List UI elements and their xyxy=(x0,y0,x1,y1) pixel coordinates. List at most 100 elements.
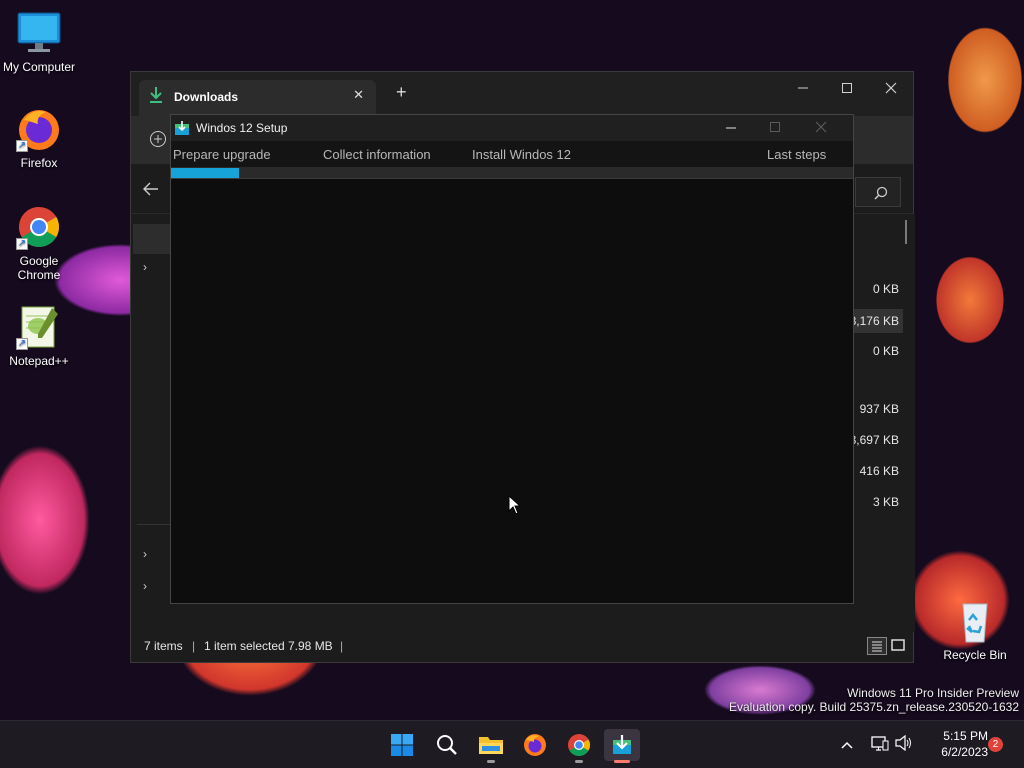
network-icon xyxy=(871,736,889,751)
setup-app-icon xyxy=(613,735,631,754)
vertical-scrollbar[interactable] xyxy=(905,220,907,244)
file-size: 8,176 KB xyxy=(849,314,899,328)
setup-title-bar: Windos 12 Setup xyxy=(171,115,853,141)
notepadpp-icon: ↗ xyxy=(16,304,62,350)
file-size: 3,697 KB xyxy=(849,433,899,447)
file-size: 0 KB xyxy=(872,282,899,296)
setup-minimize-button[interactable] xyxy=(725,120,753,136)
taskbar-firefox[interactable] xyxy=(517,729,553,761)
tab-close-icon[interactable]: ✕ xyxy=(353,87,364,103)
explorer-close-button[interactable] xyxy=(869,76,913,104)
details-view-button[interactable] xyxy=(867,637,887,655)
step-install-windos: Install Windos 12 xyxy=(472,147,571,162)
file-size: 0 KB xyxy=(872,344,899,358)
start-icon xyxy=(391,734,413,756)
taskbar-setup-app[interactable] xyxy=(604,729,640,763)
setup-steps: Prepare upgrade Collect information Inst… xyxy=(171,141,853,167)
shortcut-arrow-icon: ↗ xyxy=(16,140,28,152)
desktop-icon-recycle-bin[interactable]: Recycle Bin xyxy=(936,598,1014,662)
close-icon xyxy=(885,82,897,94)
clock-date: 6/2/2023 xyxy=(941,745,988,759)
chevron-up-icon xyxy=(841,741,853,749)
search-button[interactable] xyxy=(429,729,465,761)
running-indicator xyxy=(487,760,495,763)
desktop-icon-my-computer[interactable]: My Computer xyxy=(0,10,78,74)
status-separator: | xyxy=(340,639,344,653)
watermark-line-2: Evaluation copy. Build 25375.zn_release.… xyxy=(729,700,1019,714)
tab-downloads[interactable]: Downloads ✕ xyxy=(139,80,376,116)
volume-icon xyxy=(895,734,911,752)
shortcut-arrow-icon: ↗ xyxy=(16,338,28,350)
search-icon xyxy=(874,186,888,200)
back-button[interactable] xyxy=(143,182,159,201)
search-box[interactable] xyxy=(855,177,901,207)
chrome-icon: ↗ xyxy=(16,204,62,250)
firefox-icon xyxy=(524,734,546,756)
step-last-steps: Last steps xyxy=(767,147,827,162)
volume-button[interactable] xyxy=(895,734,913,756)
setup-close-button[interactable] xyxy=(815,120,843,136)
setup-app-icon xyxy=(174,120,190,141)
tiles-view-button[interactable] xyxy=(889,637,907,655)
tab-label: Downloads xyxy=(174,90,239,104)
minimize-icon xyxy=(726,127,736,129)
running-indicator xyxy=(575,760,583,763)
notification-badge[interactable]: 2 xyxy=(988,737,1003,752)
step-collect-information: Collect information xyxy=(323,147,431,162)
setup-maximize-button[interactable] xyxy=(769,120,797,136)
file-size: 3 KB xyxy=(872,495,899,509)
network-button[interactable] xyxy=(871,735,889,756)
file-size: 937 KB xyxy=(859,402,899,416)
watermark: Windows 11 Pro Insider Preview Evaluatio… xyxy=(729,686,1019,714)
maximize-icon xyxy=(770,122,780,132)
explorer-minimize-button[interactable] xyxy=(781,76,825,104)
status-size: 7.98 MB xyxy=(288,639,333,653)
desktop-icon-chrome[interactable]: ↗ Google Chrome xyxy=(0,204,78,282)
expand-chevron-icon[interactable]: › xyxy=(143,260,147,274)
status-item-count: 7 items xyxy=(144,639,183,653)
download-icon xyxy=(149,86,163,109)
file-size: 416 KB xyxy=(859,464,899,478)
explorer-tab-bar: Downloads ✕ + xyxy=(131,72,913,116)
desktop-icon-label: Notepad++ xyxy=(9,354,69,368)
explorer-status-bar: 7 items | 1 item selected 7.98 MB | xyxy=(131,630,913,662)
show-hidden-icons-button[interactable] xyxy=(840,737,854,755)
file-explorer-icon xyxy=(479,737,503,754)
desktop-icon-label: Recycle Bin xyxy=(943,648,1007,662)
setup-content-area xyxy=(171,180,853,603)
monitor-icon xyxy=(16,10,62,56)
desktop-icon-label: Google Chrome xyxy=(17,254,61,282)
setup-dialog[interactable]: Windos 12 Setup Prepare upgrade Collect … xyxy=(170,114,854,604)
taskbar-chrome[interactable] xyxy=(561,729,597,763)
start-button[interactable] xyxy=(384,729,420,761)
explorer-maximize-button[interactable] xyxy=(825,76,869,104)
add-circle-icon xyxy=(150,131,166,147)
details-view-icon xyxy=(872,641,882,652)
chrome-icon xyxy=(568,734,590,756)
mouse-pointer-icon xyxy=(508,495,522,515)
status-separator: | xyxy=(192,639,196,653)
search-icon xyxy=(437,735,457,755)
setup-progress-fill xyxy=(171,168,239,178)
active-indicator xyxy=(614,760,630,763)
minimize-icon xyxy=(798,87,808,89)
new-item-button[interactable] xyxy=(149,130,167,153)
shortcut-arrow-icon: ↗ xyxy=(16,238,28,250)
tiles-view-icon xyxy=(891,639,905,651)
step-prepare-upgrade: Prepare upgrade xyxy=(173,147,271,162)
taskbar-file-explorer[interactable] xyxy=(473,729,509,763)
maximize-icon xyxy=(842,83,852,93)
setup-title: Windos 12 Setup xyxy=(196,121,288,135)
expand-chevron-icon[interactable]: › xyxy=(143,547,147,561)
setup-progress-bar xyxy=(171,167,853,179)
new-tab-button[interactable]: + xyxy=(396,82,407,103)
watermark-line-1: Windows 11 Pro Insider Preview xyxy=(847,686,1019,700)
recycle-bin-icon xyxy=(952,598,998,644)
clock[interactable]: 5:15 PM 6/2/2023 xyxy=(918,728,988,760)
desktop-icon-firefox[interactable]: ↗ Firefox xyxy=(0,106,78,170)
firefox-icon: ↗ xyxy=(16,106,62,152)
clock-time: 5:15 PM xyxy=(943,729,988,743)
expand-chevron-icon[interactable]: › xyxy=(143,579,147,593)
desktop-icon-notepadpp[interactable]: ↗ Notepad++ xyxy=(0,304,78,368)
back-arrow-icon xyxy=(143,182,158,196)
